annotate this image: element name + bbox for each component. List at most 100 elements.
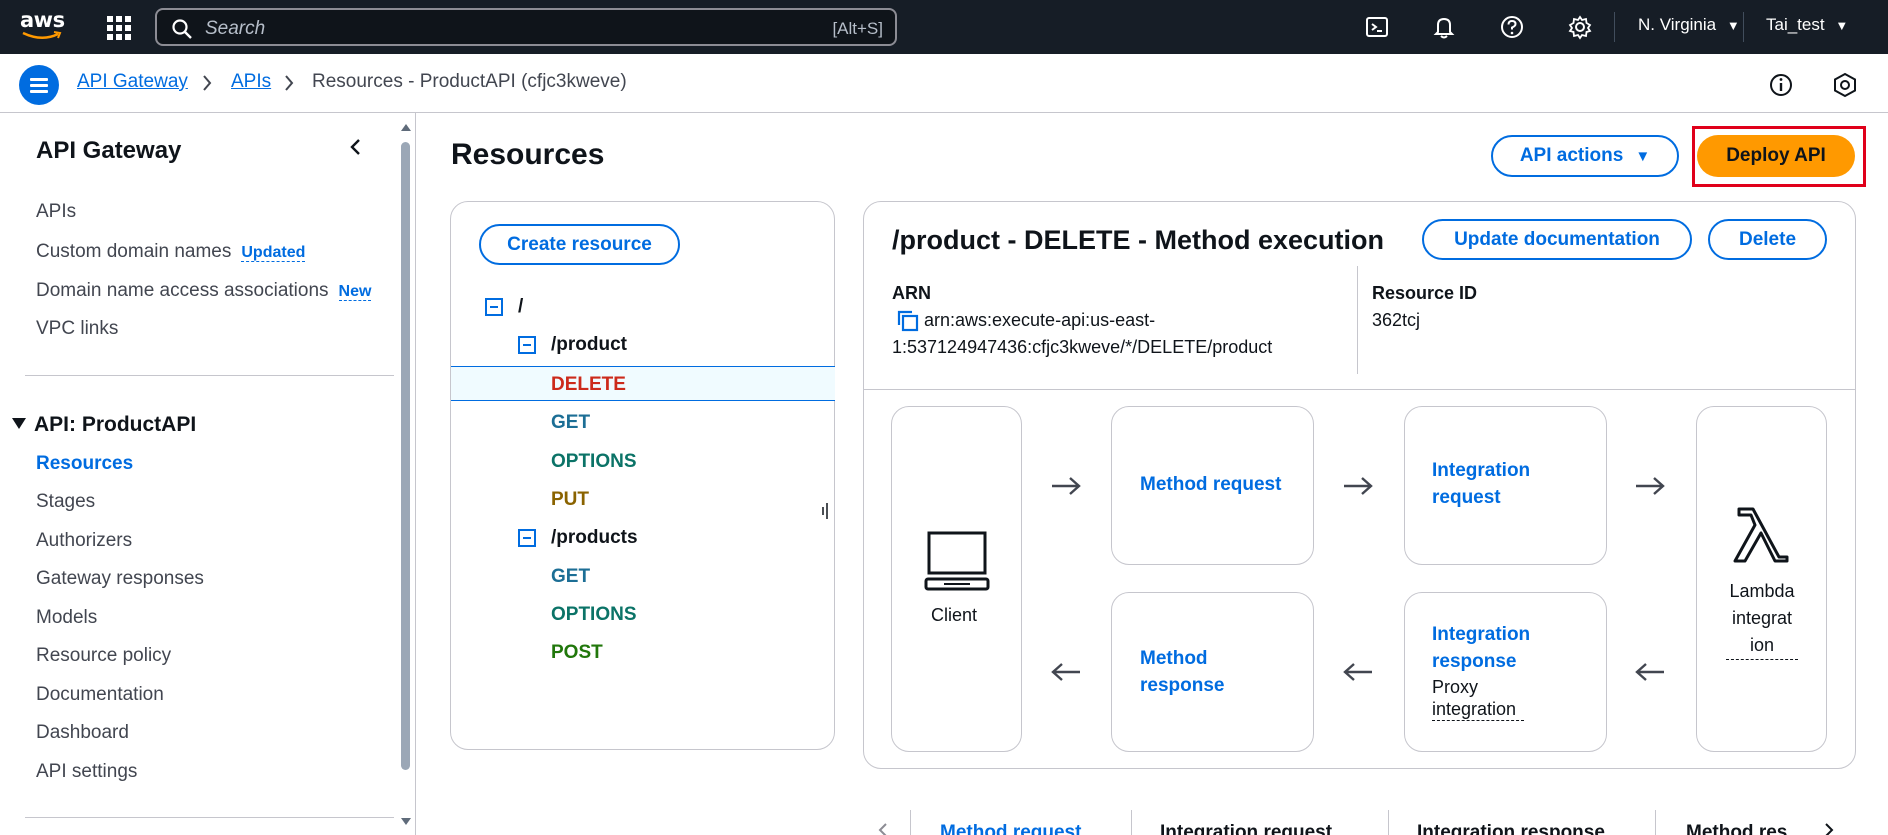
sidebar-item-apis[interactable]: APIs — [36, 201, 76, 223]
sidebar-divider — [25, 817, 394, 818]
settings-hex-icon[interactable] — [1832, 72, 1858, 98]
tab-method-request[interactable]: Method request — [940, 822, 1081, 835]
method-response-link[interactable]: Method response — [1140, 645, 1224, 699]
region-selector[interactable]: N. Virginia ▼ — [1638, 15, 1740, 35]
tab-separator — [1131, 810, 1132, 835]
resource-id-label: Resource ID — [1372, 283, 1478, 303]
resize-handle-icon[interactable] — [821, 501, 829, 521]
tree-method-get[interactable]: GET — [551, 566, 590, 588]
api-actions-button[interactable]: API actions ▼ — [1491, 135, 1679, 177]
breadcrumb-api-gateway[interactable]: API Gateway — [77, 71, 188, 93]
collapse-toggle-icon[interactable] — [518, 529, 536, 547]
collapse-sidebar-icon[interactable] — [348, 137, 364, 157]
search-icon — [172, 19, 192, 39]
arn-value-line2: 1:537124947436:cfjc3kweve/*/DELETE/produ… — [892, 337, 1273, 357]
breadcrumb-current: Resources - ProductAPI (cfjc3kweve) — [312, 71, 627, 92]
resource-tree-panel — [450, 201, 835, 750]
chevron-left-icon[interactable] — [877, 822, 889, 835]
method-tabs: Method request Integration request Integ… — [863, 800, 1873, 835]
tree-item-product[interactable]: /product — [551, 334, 627, 356]
search-shortcut: [Alt+S] — [832, 19, 883, 38]
method-response-line2: response — [1140, 675, 1225, 696]
api-actions-label: API actions — [1519, 145, 1624, 166]
help-icon[interactable] — [1499, 14, 1525, 40]
integration-response-link[interactable]: Integration response — [1432, 621, 1530, 675]
scrollbar-thumb[interactable] — [401, 142, 410, 770]
hamburger-menu-button[interactable] — [19, 65, 59, 105]
cloudshell-icon[interactable] — [1364, 14, 1390, 40]
method-request-link[interactable]: Method request — [1140, 471, 1281, 498]
tab-integration-response[interactable]: Integration response — [1417, 822, 1605, 835]
tree-method-put[interactable]: PUT — [551, 489, 589, 511]
scroll-down-icon[interactable] — [400, 817, 412, 827]
copy-icon[interactable] — [896, 309, 920, 333]
sidebar-item-api-settings[interactable]: API settings — [36, 761, 137, 783]
info-icon[interactable] — [1768, 72, 1794, 98]
sidebar-item-vpc-links[interactable]: VPC links — [36, 318, 118, 340]
sidebar-item-models[interactable]: Models — [36, 607, 97, 629]
proxy-note-line1: Proxy — [1432, 677, 1479, 697]
integration-request-link[interactable]: Integration request — [1432, 457, 1530, 511]
sidebar-item-dashboard[interactable]: Dashboard — [36, 722, 129, 744]
tab-separator — [1388, 810, 1389, 835]
tab-method-response[interactable]: Method res — [1686, 822, 1834, 835]
arrow-right-icon — [1344, 477, 1373, 495]
page-title: Resources — [451, 138, 605, 171]
lambda-label: Lambda integrat ion — [1726, 578, 1798, 660]
aws-smile-icon — [22, 31, 62, 39]
proxy-note-line2: integration — [1432, 699, 1525, 721]
lambda-label-line1: Lambda — [1729, 581, 1795, 601]
caret-down-icon — [12, 418, 26, 429]
tree-method-options[interactable]: OPTIONS — [551, 604, 637, 626]
tree-method-post[interactable]: POST — [551, 642, 603, 664]
selected-tree-row — [451, 366, 835, 401]
caret-down-icon: ▼ — [1726, 18, 1740, 33]
side-navigation: API Gateway APIs Custom domain names Upda… — [0, 113, 416, 835]
account-menu[interactable]: Tai_test ▼ — [1766, 15, 1848, 35]
tab-integration-request[interactable]: Integration request — [1160, 822, 1332, 835]
scroll-up-icon[interactable] — [400, 122, 412, 132]
create-resource-button[interactable]: Create resource — [479, 224, 680, 265]
arrow-right-icon — [1052, 477, 1081, 495]
gear-icon[interactable] — [1567, 14, 1593, 40]
sidebar-item-custom-domain-names[interactable]: Custom domain names Updated — [36, 241, 306, 263]
deploy-api-button[interactable]: Deploy API — [1697, 135, 1855, 177]
sidebar-title: API Gateway — [36, 137, 182, 164]
aws-logo[interactable]: aws — [20, 9, 66, 43]
sidebar-item-gateway-responses[interactable]: Gateway responses — [36, 568, 204, 590]
sidebar-item-label: Custom domain names — [36, 241, 232, 262]
sidebar-item-resource-policy[interactable]: Resource policy — [36, 645, 171, 667]
sidebar-item-documentation[interactable]: Documentation — [36, 684, 164, 706]
delete-method-button[interactable]: Delete — [1708, 219, 1827, 260]
sidebar-item-domain-name-access-associations[interactable]: Domain name access associations New — [36, 280, 372, 302]
sidebar-item-stages[interactable]: Stages — [36, 491, 95, 513]
services-grid-icon[interactable] — [107, 16, 131, 40]
breadcrumb-apis[interactable]: APIs — [231, 71, 271, 93]
tree-method-delete[interactable]: DELETE — [551, 374, 626, 396]
chevron-right-icon — [285, 75, 294, 91]
sidebar-item-authorizers[interactable]: Authorizers — [36, 530, 132, 552]
aws-logo-text: aws — [20, 8, 65, 32]
chevron-right-icon — [203, 75, 212, 91]
tree-item-products[interactable]: /products — [551, 527, 638, 549]
region-label: N. Virginia — [1638, 15, 1717, 34]
sidebar-section-api[interactable]: API: ProductAPI — [12, 413, 196, 437]
collapse-toggle-icon[interactable] — [485, 298, 503, 316]
sidebar-scrollbar[interactable] — [398, 113, 414, 835]
tree-method-options[interactable]: OPTIONS — [551, 451, 637, 473]
sidebar-item-resources[interactable]: Resources — [36, 453, 133, 475]
sidebar-divider — [25, 375, 394, 376]
resource-id-value: 362tcj — [1372, 310, 1421, 330]
tree-item-root[interactable]: / — [518, 296, 523, 318]
update-documentation-button[interactable]: Update documentation — [1422, 219, 1692, 260]
method-execution-title: /product - DELETE - Method execution — [892, 225, 1384, 255]
search-input[interactable]: Search [Alt+S] — [155, 8, 897, 46]
bell-icon[interactable] — [1431, 14, 1457, 40]
chevron-right-icon[interactable] — [1823, 822, 1835, 835]
collapse-toggle-icon[interactable] — [518, 336, 536, 354]
tree-method-get[interactable]: GET — [551, 412, 590, 434]
laptop-icon — [924, 531, 990, 591]
nav-separator — [1614, 12, 1615, 42]
arrow-right-icon — [1636, 477, 1665, 495]
arn-value-line1: arn:aws:execute-api:us-east- — [924, 310, 1156, 330]
